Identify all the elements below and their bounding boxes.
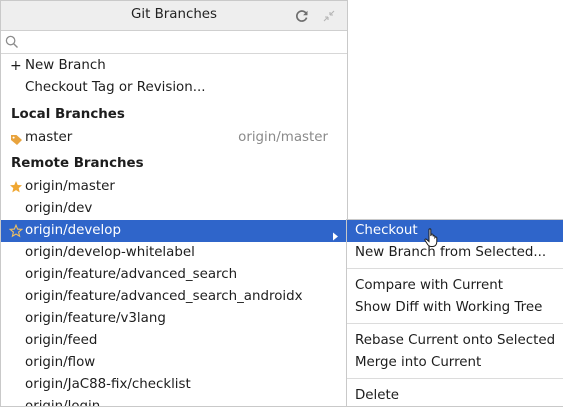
menu-separator (347, 268, 563, 269)
local-branch-item[interactable]: master origin/master (1, 127, 347, 149)
new-branch-label: New Branch (25, 58, 106, 73)
compare-with-current-menu-item[interactable]: Compare with Current (347, 275, 563, 297)
search-input[interactable] (23, 33, 323, 51)
branch-name: origin/flow (25, 355, 96, 370)
branch-name: origin/develop-whitelabel (25, 245, 195, 260)
delete-menu-item[interactable]: Delete (347, 385, 563, 406)
section-title: Local Branches (11, 107, 125, 122)
checkout-tag-label: Checkout Tag or Revision... (25, 80, 206, 95)
star-filled-icon (9, 180, 23, 194)
branch-name: origin/feed (25, 333, 98, 348)
menu-separator (347, 323, 563, 324)
branch-name: origin/develop (25, 223, 121, 238)
branch-name: origin/JaC88-fix/checklist (25, 377, 191, 392)
remote-branch-item[interactable]: origin/master (1, 176, 347, 198)
popup-header: Git Branches (1, 1, 347, 31)
branch-name: origin/feature/advanced_search_androidx (25, 289, 303, 304)
checkout-menu-item[interactable]: Checkout (347, 220, 563, 242)
tracking-branch: origin/master (238, 130, 328, 145)
search-icon (5, 35, 19, 49)
branch-name: master (25, 130, 73, 145)
branch-name: origin/feature/advanced_search (25, 267, 238, 282)
section-title: Remote Branches (11, 156, 144, 171)
remote-branch-item[interactable]: origin/flow (1, 352, 347, 374)
rebase-menu-item[interactable]: Rebase Current onto Selected (347, 330, 563, 352)
checkout-tag-action[interactable]: Checkout Tag or Revision... (1, 77, 347, 99)
local-branches-header: Local Branches (1, 104, 347, 126)
new-branch-from-selected-menu-item[interactable]: New Branch from Selected... (347, 242, 563, 264)
git-branches-popup: Git Branches + New Branch Checkout Tag o… (0, 0, 348, 407)
branch-name: origin/feature/v3lang (25, 311, 166, 326)
plus-icon: + (10, 58, 22, 74)
branch-name: origin/login (25, 399, 101, 407)
search-bar (1, 31, 347, 54)
show-diff-menu-item[interactable]: Show Diff with Working Tree (347, 297, 563, 319)
remote-branches-header: Remote Branches (1, 153, 347, 175)
branch-name: origin/dev (25, 201, 93, 216)
star-outline-icon (8, 223, 24, 238)
remote-branch-item[interactable]: origin/JaC88-fix/checklist (1, 374, 347, 396)
merge-menu-item[interactable]: Merge into Current (347, 352, 563, 374)
collapse-icon[interactable] (322, 9, 336, 23)
hand-cursor-icon (423, 228, 441, 248)
remote-branch-item[interactable]: origin/develop-whitelabel (1, 242, 347, 264)
remote-branch-item[interactable]: origin/login (1, 396, 347, 407)
remote-branch-item[interactable]: origin/feature/advanced_search (1, 264, 347, 286)
menu-separator (347, 378, 563, 379)
branch-name: origin/master (25, 179, 115, 194)
remote-branch-item[interactable]: origin/feature/advanced_search_androidx (1, 286, 347, 308)
branch-actions-submenu: Checkout New Branch from Selected... Com… (346, 219, 563, 407)
remote-branch-item[interactable]: origin/feature/v3lang (1, 308, 347, 330)
remote-branch-item-selected[interactable]: origin/develop (1, 220, 347, 242)
tag-icon (10, 132, 23, 145)
remote-branch-item[interactable]: origin/feed (1, 330, 347, 352)
refresh-icon[interactable] (295, 9, 309, 23)
new-branch-action[interactable]: + New Branch (1, 55, 347, 77)
remote-branch-item[interactable]: origin/dev (1, 198, 347, 220)
submenu-arrow-icon (332, 227, 339, 241)
